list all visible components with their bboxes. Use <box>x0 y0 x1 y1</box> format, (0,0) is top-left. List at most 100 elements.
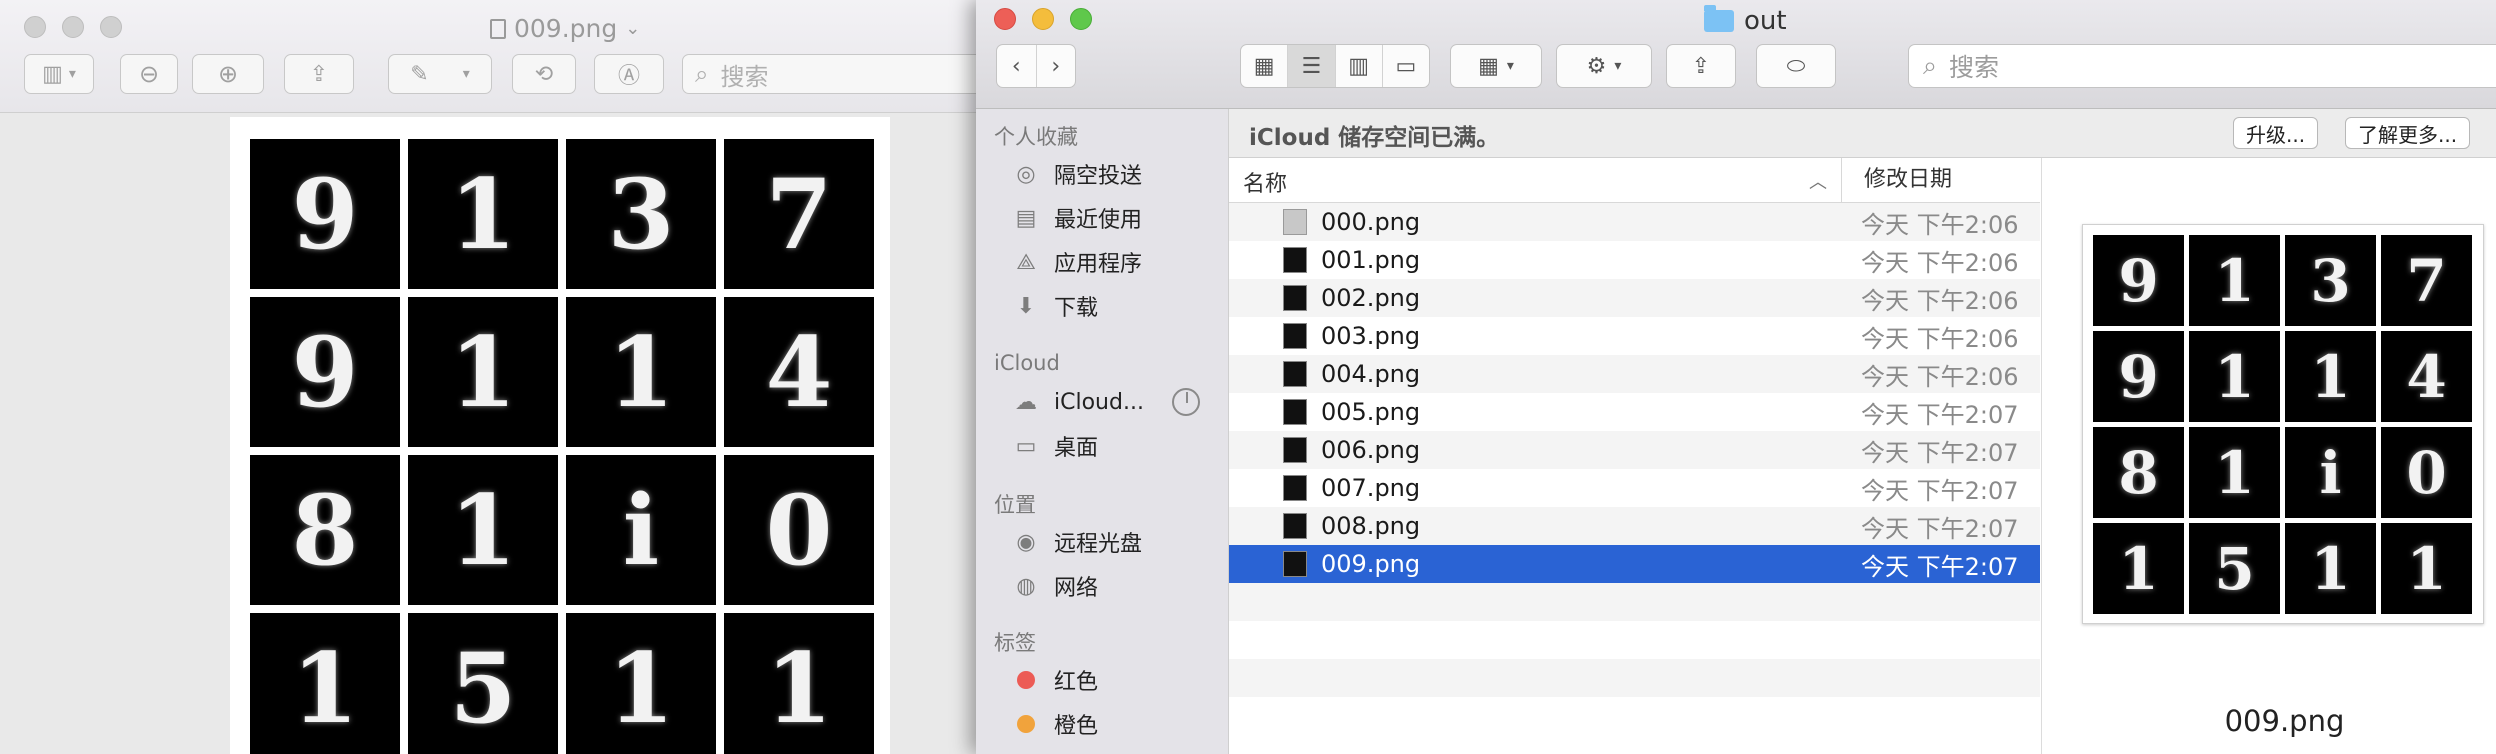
file-list[interactable]: 名称 ︿ 修改日期 000.png 今天 下午2:06 001.png 今天 下午2:… <box>1229 158 2040 754</box>
zoom-out-button[interactable]: ⊖ <box>120 54 178 94</box>
search-icon: ⌕ <box>1923 51 1938 80</box>
chevron-down-icon: ▾ <box>462 66 470 82</box>
minimize-button[interactable] <box>1032 8 1054 30</box>
preview-title[interactable]: 009.png ⌄ <box>490 14 640 43</box>
digit-cell: 1 <box>2189 427 2280 518</box>
empty-row <box>1229 659 2040 697</box>
file-date: 今天 下午2:06 <box>1861 210 2019 239</box>
zoom-button[interactable] <box>1070 8 1092 30</box>
columns-icon: ▥ <box>1348 53 1370 79</box>
digit-cell: 1 <box>2093 523 2184 614</box>
digit-cell: 1 <box>2381 523 2472 614</box>
digit-cell: i <box>566 455 716 605</box>
table-row[interactable]: 002.png 今天 下午2:06 <box>1229 279 2040 317</box>
digit-cell: 1 <box>408 139 558 289</box>
file-date: 今天 下午2:06 <box>1861 286 2019 315</box>
file-name: 005.png <box>1321 398 1421 426</box>
gallery-view-button[interactable]: ▭ <box>1383 45 1429 87</box>
list-header: 名称 ︿ 修改日期 <box>1229 158 2040 203</box>
digit-cell: 1 <box>250 613 400 754</box>
table-row[interactable]: 000.png 今天 下午2:06 <box>1229 203 2040 241</box>
share-icon: ⇪ <box>309 61 329 87</box>
close-button[interactable] <box>994 8 1016 30</box>
table-row[interactable]: 009.png 今天 下午2:07 <box>1229 545 2040 583</box>
disc-icon: ◉ <box>1016 529 1036 555</box>
table-row[interactable]: 003.png 今天 下午2:06 <box>1229 317 2040 355</box>
digit-cell: 0 <box>2381 427 2472 518</box>
share-button[interactable]: ⇪ <box>1666 44 1736 88</box>
sidebar-item-applications[interactable]: ⟁ 应用程序 <box>1012 245 1142 279</box>
zoom-button[interactable] <box>100 16 122 38</box>
png-file-icon <box>1283 399 1307 425</box>
tag-button[interactable]: ⬭ <box>1756 44 1836 88</box>
file-name: 001.png <box>1321 246 1421 274</box>
sidebar-item-downloads[interactable]: ⬇ 下载 <box>1012 289 1098 323</box>
locations-header: 位置 <box>994 493 1036 517</box>
table-row[interactable]: 008.png 今天 下午2:07 <box>1229 507 2040 545</box>
sidebar-item-tag-red[interactable]: 红色 <box>1012 663 1098 697</box>
table-row[interactable]: 005.png 今天 下午2:07 <box>1229 393 2040 431</box>
network-icon: ◍ <box>1016 573 1036 599</box>
learn-more-button[interactable]: 了解更多... <box>2345 117 2471 149</box>
red-tag-icon <box>1017 671 1035 689</box>
sidebar-item-label: 下载 <box>1054 296 1099 321</box>
preview-thumbnail[interactable]: 9137911481i01511 <box>2082 224 2484 624</box>
digit-cell: 7 <box>724 139 874 289</box>
sort-ascending-icon: ︿ <box>1809 172 1827 193</box>
preview-window: 009.png ⌄ ▥ ▾ ⊖ ⊕ ⇪ ✎ ▾ ⟲ Ⓐ ⌕ 搜索 913791148… <box>0 0 981 754</box>
sidebar-item-airdrop[interactable]: ◎ 隔空投送 <box>1012 157 1142 191</box>
preview-canvas[interactable]: 9137911481i01511 <box>0 113 980 754</box>
empty-row <box>1229 697 2040 735</box>
sidebar-item-recents[interactable]: ▤ 最近使用 <box>1012 201 1142 235</box>
empty-row <box>1229 583 2040 621</box>
zoom-in-button[interactable]: ⊕ <box>192 54 264 94</box>
sidebar-item-remote-disc[interactable]: ◉ 远程光盘 <box>1012 525 1142 559</box>
digit-cell: 1 <box>2285 523 2376 614</box>
file-name: 003.png <box>1321 322 1421 350</box>
annotate-button[interactable]: Ⓐ <box>594 54 664 94</box>
column-view-button[interactable]: ▥ <box>1336 45 1383 87</box>
back-button[interactable]: ‹ <box>997 45 1037 87</box>
group-icon: ▦ <box>1478 53 1499 79</box>
sidebar-item-network[interactable]: ◍ 网络 <box>1012 569 1098 603</box>
action-button[interactable]: ⚙ ▾ <box>1556 44 1652 88</box>
icon-view-button[interactable]: ▦ <box>1241 45 1289 87</box>
sidebar-item-label: 网络 <box>1054 576 1099 601</box>
digit-cell: 0 <box>724 455 874 605</box>
window-controls <box>24 16 122 38</box>
png-file-icon <box>1283 551 1307 577</box>
close-button[interactable] <box>24 16 46 38</box>
sidebar-item-tag-orange[interactable]: 橙色 <box>1012 707 1098 741</box>
preview-titlebar: 009.png ⌄ ▥ ▾ ⊖ ⊕ ⇪ ✎ ▾ ⟲ Ⓐ ⌕ 搜索 <box>0 0 980 113</box>
digit-cell: 9 <box>250 139 400 289</box>
finder-search-field[interactable]: ⌕ 搜索 <box>1908 44 2496 88</box>
list-view-button[interactable]: ☰ <box>1288 45 1336 87</box>
preview-search-field[interactable]: ⌕ 搜索 <box>682 54 980 94</box>
sidebar-item-icloud-drive[interactable]: ☁ iCloud... <box>1012 385 1144 419</box>
minimize-button[interactable] <box>62 16 84 38</box>
share-button[interactable]: ⇪ <box>284 54 354 94</box>
group-button[interactable]: ▦ ▾ <box>1450 44 1542 88</box>
table-row[interactable]: 001.png 今天 下午2:06 <box>1229 241 2040 279</box>
digit-cell: 1 <box>724 613 874 754</box>
finder-window: out ‹ › ▦ ☰ ▥ ▭ ▦ ▾ ⚙ ▾ ⇪ ⬭ ⌕ 搜索 个人收藏 ◎ 隔空… <box>976 0 2496 754</box>
table-row[interactable]: 004.png 今天 下午2:06 <box>1229 355 2040 393</box>
folder-icon <box>1704 5 1734 32</box>
forward-button[interactable]: › <box>1037 45 1076 87</box>
markup-button[interactable]: ✎ ▾ <box>388 54 492 94</box>
digit-image-grid: 9137911481i01511 <box>250 139 874 754</box>
column-header-date[interactable]: 修改日期 <box>1841 158 2040 202</box>
rotate-button[interactable]: ⟲ <box>512 54 576 94</box>
upgrade-button[interactable]: 升级... <box>2233 117 2319 149</box>
preview-pane: 9137911481i01511 009.png <box>2041 158 2496 754</box>
sidebar-item-label: 远程光盘 <box>1054 532 1143 557</box>
png-file-icon <box>1283 475 1307 501</box>
banner-text: iCloud 储存空间已满。 <box>1249 125 1500 151</box>
column-header-name[interactable]: 名称 <box>1243 166 1287 198</box>
zoom-in-icon: ⊕ <box>217 60 239 88</box>
table-row[interactable]: 007.png 今天 下午2:07 <box>1229 469 2040 507</box>
sidebar-item-desktop[interactable]: ▭ 桌面 <box>1012 429 1098 463</box>
sidebar-item-label: 红色 <box>1054 670 1099 695</box>
sidebar-toggle-button[interactable]: ▥ ▾ <box>24 54 94 94</box>
table-row[interactable]: 006.png 今天 下午2:07 <box>1229 431 2040 469</box>
